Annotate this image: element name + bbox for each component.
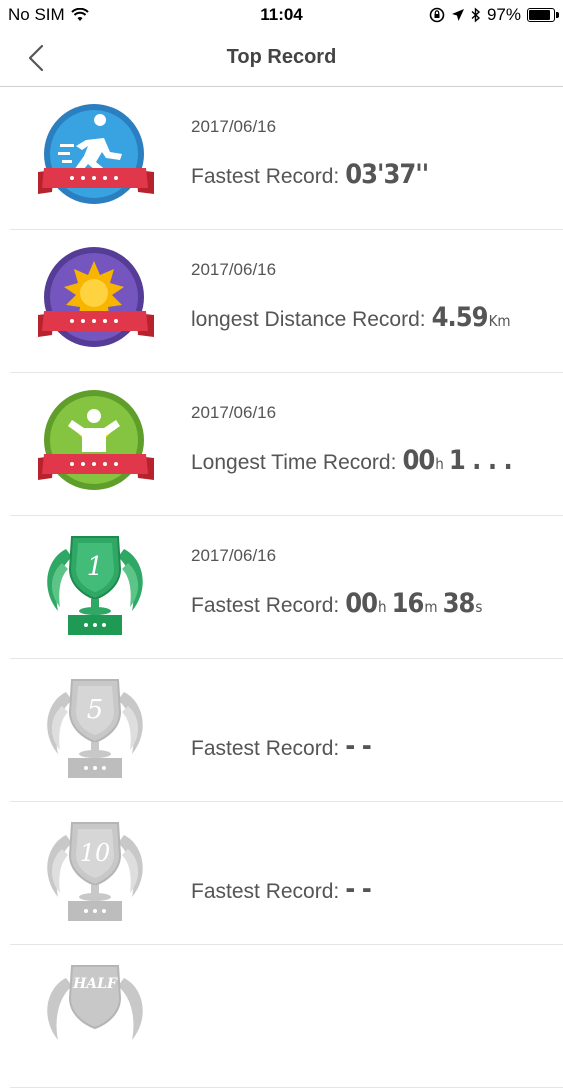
record-row-half-marathon[interactable]: HALF: [10, 945, 563, 1088]
record-label: longest Distance Record:: [191, 308, 426, 331]
record-value: 00h 16m 38s: [345, 588, 483, 619]
record-row-fastest-1km[interactable]: 1 2017/06/16 Fastest Record: 00h 16m 38s: [10, 516, 563, 659]
record-row-fastest-5km[interactable]: 5 Fastest Record: - -: [10, 659, 563, 802]
record-label: Longest Time Record:: [191, 451, 397, 474]
record-date: 2017/06/16: [191, 117, 277, 136]
trophy-5km-icon: 5: [47, 679, 143, 778]
trophy-number: 1: [87, 552, 104, 582]
record-value: 03'37'': [345, 159, 429, 190]
record-line: Fastest Record: 03'37'': [191, 159, 429, 190]
record-label: Fastest Record:: [191, 165, 340, 188]
record-value: - -: [345, 731, 372, 762]
run-medal-icon: [38, 104, 154, 204]
person-medal-icon: [38, 390, 154, 490]
battery-percent: 97%: [486, 5, 521, 24]
page-title: Top Record: [226, 46, 337, 68]
orientation-lock-icon: [429, 7, 445, 23]
bluetooth-icon: [471, 7, 481, 23]
record-list: 2017/06/16 Fastest Record: 03'37'' 2017/…: [0, 87, 563, 1088]
trophy-number: 10: [80, 839, 111, 867]
record-value: - -: [345, 874, 372, 905]
record-date: 2017/06/16: [191, 546, 277, 565]
record-line: longest Distance Record: 4.59Km: [191, 302, 516, 333]
record-date: 2017/06/16: [191, 403, 277, 422]
trophy-half-icon: HALF: [47, 965, 143, 1040]
trophy-number: HALF: [72, 976, 118, 992]
status-right: 97%: [429, 5, 559, 25]
record-line: Fastest Record: - -: [191, 731, 372, 762]
trophy-10km-icon: 10: [47, 822, 143, 921]
record-value: 00h 1 . . .: [402, 445, 512, 476]
status-bar: No SIM 11:04 97%: [0, 0, 563, 32]
record-value: 4.59Km: [431, 302, 511, 333]
trophy-number: 5: [87, 695, 104, 725]
record-line: Longest Time Record: 00h 1 . . .: [191, 445, 513, 476]
battery-fill: [529, 10, 551, 20]
record-line: Fastest Record: - -: [191, 874, 372, 905]
record-label: Fastest Record:: [191, 594, 340, 617]
location-icon: [451, 9, 464, 21]
record-row-longest-time[interactable]: 2017/06/16 Longest Time Record: 00h 1 . .…: [10, 373, 563, 516]
record-date: 2017/06/16: [191, 260, 277, 279]
sun-medal-icon: [38, 247, 154, 347]
record-label: Fastest Record:: [191, 737, 340, 760]
record-row-fastest[interactable]: 2017/06/16 Fastest Record: 03'37'': [10, 87, 563, 230]
nav-bar: Top Record: [0, 32, 563, 87]
record-row-fastest-10km[interactable]: 10 Fastest Record: - -: [10, 802, 563, 945]
record-label: Fastest Record:: [191, 880, 340, 903]
trophy-1km-icon: 1: [47, 536, 143, 635]
battery-icon: [527, 8, 559, 22]
record-row-longest-distance[interactable]: 2017/06/16 longest Distance Record: 4.59…: [10, 230, 563, 373]
record-line: Fastest Record: 00h 16m 38s: [191, 588, 487, 619]
